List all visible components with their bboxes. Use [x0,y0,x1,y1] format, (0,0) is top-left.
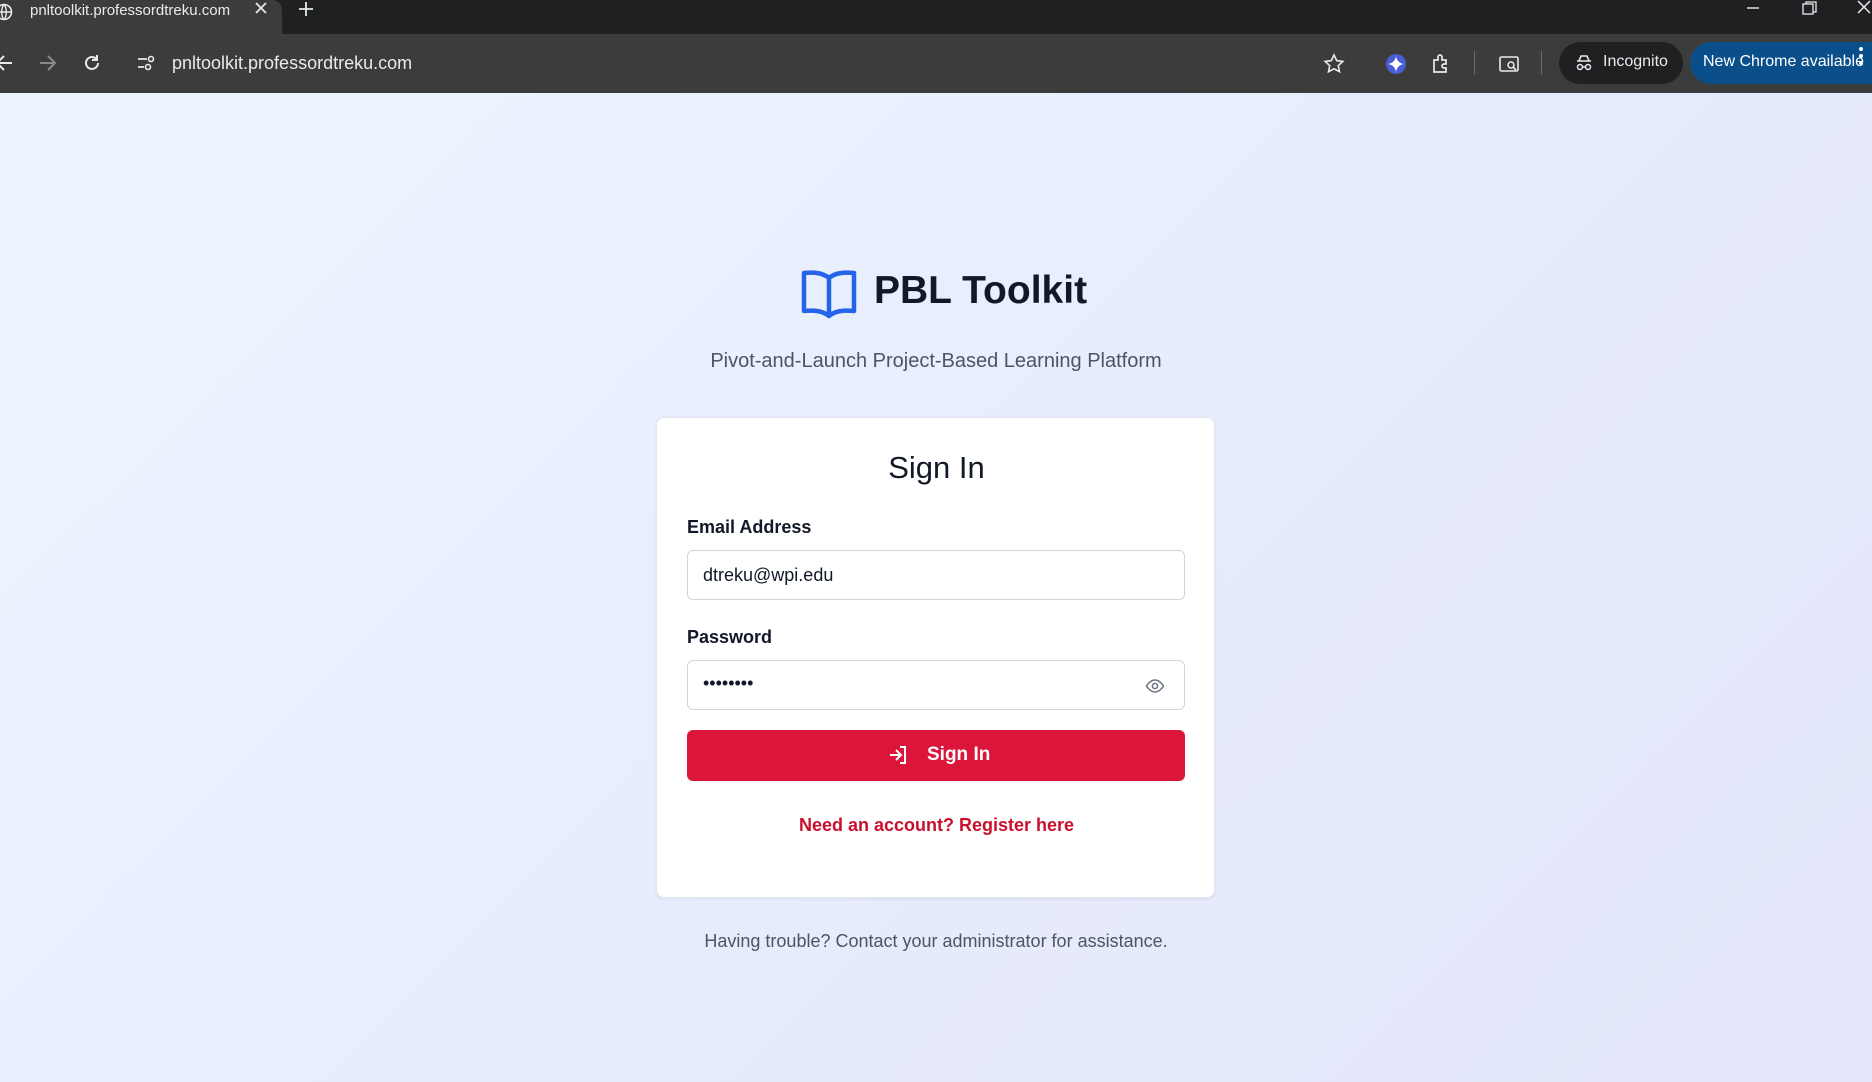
signin-card: Sign In Email Address dtreku@wpi.edu Pas… [656,417,1215,898]
password-field[interactable]: •••••••• [687,660,1185,710]
app-subtitle: Pivot-and-Launch Project-Based Learning … [710,350,1162,372]
login-arrow-icon [890,746,906,764]
register-link[interactable]: Need an account? Register here [657,815,1216,836]
browser-tab-active[interactable]: pnltoolkit.professordtreku.com [0,0,282,34]
incognito-indicator[interactable]: Incognito [1559,42,1683,84]
password-label: Password [687,627,773,647]
signin-button[interactable]: Sign In [687,730,1185,781]
password-value: •••••••• [703,673,754,693]
show-password-eye-icon[interactable] [1145,676,1165,696]
tab-title: pnltoolkit.professordtreku.com [30,2,231,19]
signin-button-label: Sign In [927,744,991,765]
extensions-icon[interactable] [1430,53,1452,75]
login-page: PBL Toolkit Pivot-and-Launch Project-Bas… [0,93,1872,1082]
chrome-update-label: New Chrome available [1703,53,1864,70]
email-field[interactable]: dtreku@wpi.edu [687,550,1185,600]
back-icon[interactable] [0,52,16,74]
toolbar-divider [1541,51,1542,75]
gemini-icon[interactable] [1385,53,1407,75]
new-tab-icon[interactable] [296,0,316,20]
open-book-icon [801,270,857,319]
window-close-icon[interactable] [1855,0,1872,20]
url-text[interactable]: pnltoolkit.professordtreku.com [172,53,412,74]
close-tab-icon[interactable] [252,0,270,18]
help-text: Having trouble? Contact your administrat… [704,931,1168,951]
toolbar-divider [1474,51,1475,75]
incognito-icon [1576,55,1592,71]
reload-icon[interactable] [81,52,103,74]
restore-icon[interactable] [1799,0,1819,20]
minimize-icon[interactable] [1743,0,1763,20]
browser-tab-strip: pnltoolkit.professordtreku.com [0,0,1872,34]
chrome-update-button[interactable]: New Chrome available [1690,42,1872,84]
incognito-label: Incognito [1603,53,1668,70]
signin-title: Sign In [888,450,985,485]
chrome-menu-icon[interactable] [1857,45,1865,67]
app-title: PBL Toolkit [874,269,1088,312]
globe-icon [0,3,13,21]
email-value: dtreku@wpi.edu [703,565,834,585]
browser-toolbar: pnltoolkit.professordtreku.com Incognito… [0,34,1872,93]
tab-search-icon[interactable] [1498,53,1520,75]
site-settings-icon[interactable] [135,52,157,74]
email-label: Email Address [687,517,812,537]
forward-icon[interactable] [36,52,58,74]
bookmark-star-icon[interactable] [1323,53,1345,75]
